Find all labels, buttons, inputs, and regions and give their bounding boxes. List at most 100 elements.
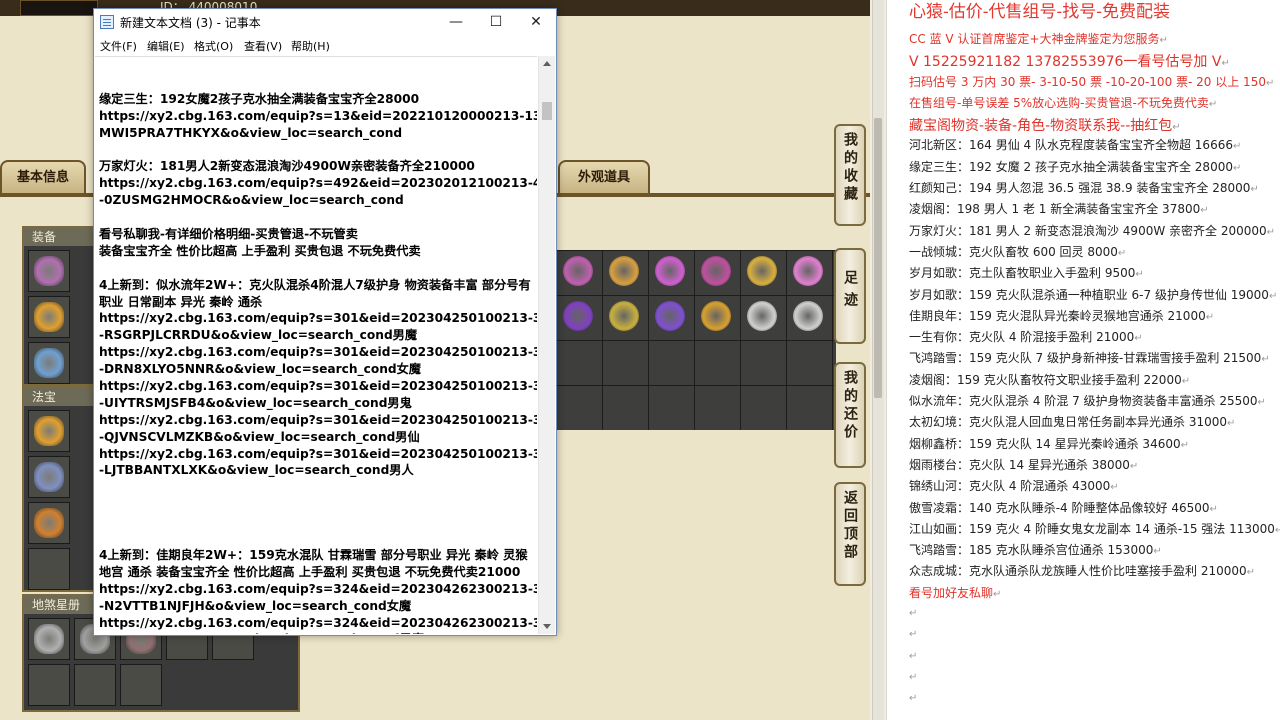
page-scrollbar-thumb[interactable] — [874, 118, 882, 398]
inventory-item[interactable] — [556, 295, 600, 337]
inventory-item[interactable] — [786, 250, 830, 292]
equipment-slot[interactable] — [28, 342, 70, 384]
item-icon — [34, 256, 64, 286]
inventory-item[interactable] — [740, 295, 784, 337]
close-button[interactable]: ✕ — [516, 9, 556, 35]
notepad-titlebar[interactable]: 新建文本文档 (3) - 记事本 — ☐ ✕ — [94, 9, 556, 35]
treasure-slot[interactable] — [28, 502, 70, 544]
notepad-line: -QJVNSCVLMZKB&o&view_loc=search_cond男仙 — [99, 429, 420, 444]
notepad-line: -RSGRPJLCRRDU&o&view_loc=search_cond男魔 — [99, 328, 418, 343]
paragraph-mark-icon: ↵ — [909, 608, 918, 620]
document-line-text: 一战倾城：克火队畜牧 600 回灵 8000 — [909, 244, 1118, 259]
item-icon — [34, 348, 64, 378]
inventory-item[interactable] — [602, 295, 646, 337]
inventory-item[interactable] — [740, 250, 784, 292]
star-register-slot[interactable] — [28, 618, 70, 660]
my-favorites-label: 我的收藏 — [842, 132, 858, 204]
paragraph-mark-icon: ↵ — [1268, 290, 1278, 302]
tab-basic-info[interactable]: 基本信息 — [0, 160, 86, 194]
document-line-text: 万家灯火：181 男人 2 新变态混浪淘沙 4900W 亲密齐全 200000 — [909, 223, 1267, 238]
maximize-button[interactable]: ☐ — [476, 9, 516, 35]
item-icon — [747, 256, 777, 286]
notepad-scroll-thumb[interactable] — [542, 102, 552, 120]
notepad-window[interactable]: 新建文本文档 (3) - 记事本 — ☐ ✕ 文件(F) 编辑(E) 格式(O)… — [93, 8, 557, 636]
paragraph-mark-icon: ↵ — [1135, 269, 1144, 281]
menu-edit[interactable]: 编辑(E) — [147, 38, 185, 54]
footprint-button[interactable]: 足迹 — [834, 248, 866, 344]
star-register-slot[interactable] — [120, 664, 162, 706]
equipment-slot[interactable] — [28, 250, 70, 292]
notepad-line: -UIYTRSMJSFB4&o&view_loc=search_cond男鬼 — [99, 395, 412, 410]
item-icon — [655, 256, 685, 286]
notepad-line: https://xy2.cbg.163.com/equip?s=301&eid=… — [99, 446, 537, 461]
treasure-slot[interactable] — [28, 410, 70, 452]
document-line: 凌烟阁：198 男人 1 老 1 新全满装备宝宝齐全 37800↵ — [909, 200, 1280, 221]
item-icon — [34, 624, 64, 654]
treasure-slot[interactable] — [28, 548, 70, 590]
inventory-item[interactable] — [556, 250, 600, 292]
document-line: 看号加好友私聊↵ — [909, 584, 1280, 605]
minimize-button[interactable]: — — [436, 9, 476, 35]
notepad-vertical-scrollbar[interactable] — [538, 56, 555, 634]
star-register-slot[interactable] — [74, 664, 116, 706]
document-line-text: 看号加好友私聊 — [909, 585, 994, 600]
notepad-line: https://xy2.cbg.163.com/equip?s=301&eid=… — [99, 412, 537, 427]
inventory-item[interactable] — [786, 295, 830, 337]
paragraph-mark-icon: ↵ — [1221, 58, 1230, 70]
my-favorites-button[interactable]: 我的收藏 — [834, 124, 866, 226]
tab-appearance[interactable]: 外观道具 — [558, 160, 650, 194]
star-register-slot[interactable] — [28, 664, 70, 706]
document-line: ↵ — [909, 648, 1280, 669]
document-line: V 15225921182 13782553976一看号估号加 V↵ — [909, 51, 1280, 72]
notepad-line: https://xy2.cbg.163.com/equip?s=324&eid=… — [99, 581, 537, 596]
inventory-item[interactable] — [602, 250, 646, 292]
document-line: 似水流年：克火队混杀 4 阶混 7 级护身物资装备丰富通杀 25500↵ — [909, 392, 1280, 413]
menu-file[interactable]: 文件(F) — [100, 38, 137, 54]
menu-format[interactable]: 格式(O) — [194, 38, 233, 54]
inventory-item[interactable] — [648, 250, 692, 292]
document-line-text: 岁月如歌：克土队畜牧职业入手盈利 9500 — [909, 266, 1136, 281]
document-line-text: 岁月如歌：159 克火队混杀通一种植职业 6-7 级护身传世仙 19000 — [909, 287, 1269, 302]
paragraph-mark-icon: ↵ — [1208, 98, 1218, 110]
equipment-panel-title: 装备 — [24, 228, 100, 246]
notepad-line — [99, 513, 537, 530]
inventory-grid — [556, 250, 836, 430]
document-line: 藏宝阁物资-装备-角色-物资联系我--抽红包↵ — [909, 115, 1280, 136]
paragraph-mark-icon: ↵ — [1257, 397, 1266, 409]
paragraph-mark-icon: ↵ — [909, 671, 918, 683]
document-line: 锦绣山河：克火队 4 阶混通杀 43000↵ — [909, 477, 1280, 498]
notepad-menubar: 文件(F) 编辑(E) 格式(O) 查看(V) 帮助(H) — [94, 35, 556, 55]
notepad-text-area[interactable]: 缘定三生：192女魔2孩子克水抽全满装备宝宝齐全28000 https://xy2… — [95, 56, 537, 634]
notepad-line: 缘定三生：192女魔2孩子克水抽全满装备宝宝齐全28000 — [99, 91, 420, 106]
paragraph-mark-icon: ↵ — [1227, 418, 1236, 430]
my-counter-offers-label: 我的还价 — [842, 370, 858, 442]
notepad-line: 地宫 通杀 装备宝宝齐全 性价比超高 上手盈利 买贵包退 不玩免费代卖21000 — [99, 564, 521, 579]
document-line: 烟柳鑫桥：159 克火队 14 星异光秦岭通杀 34600↵ — [909, 435, 1280, 456]
equipment-slot[interactable] — [28, 296, 70, 338]
paragraph-mark-icon: ↵ — [909, 650, 918, 662]
inventory-item[interactable] — [694, 295, 738, 337]
inventory-item[interactable] — [648, 295, 692, 337]
menu-help[interactable]: 帮助(H) — [291, 38, 330, 54]
notepad-line — [99, 530, 537, 547]
item-icon — [609, 301, 639, 331]
scroll-down-arrow-icon[interactable] — [543, 624, 551, 629]
document-line: ↵ — [909, 690, 1280, 711]
document-line: 万家灯火：181 男人 2 新变态混浪淘沙 4900W 亲密齐全 200000↵ — [909, 222, 1280, 243]
back-to-top-button[interactable]: 返回顶部 — [834, 482, 866, 586]
scroll-up-arrow-icon[interactable] — [543, 61, 551, 66]
document-line: 岁月如歌：克土队畜牧职业入手盈利 9500↵ — [909, 264, 1280, 285]
inventory-item[interactable] — [694, 250, 738, 292]
menu-view[interactable]: 查看(V) — [244, 38, 282, 54]
paragraph-mark-icon: ↵ — [1180, 439, 1189, 451]
chat-document[interactable]: 心猿-估价-代售组号-找号-免费配装 CC 蓝 V 认证首席鉴定+大神金牌鉴定为… — [886, 0, 1280, 720]
document-line: 岁月如歌：159 克火队混杀通一种植职业 6-7 级护身传世仙 19000↵ — [909, 286, 1280, 307]
my-counter-offers-button[interactable]: 我的还价 — [834, 362, 866, 468]
paragraph-mark-icon: ↵ — [1266, 226, 1276, 238]
document-line: 傲雪凌霜：140 克水队睡杀-4 阶睡整体品像较好 46500↵ — [909, 499, 1280, 520]
treasure-slot[interactable] — [28, 456, 70, 498]
notepad-line — [99, 142, 537, 159]
notepad-line: 看号私聊我-有详细价格明细-买贵管退-不玩管卖 — [99, 227, 358, 242]
notepad-line: -PUCSWL3O8RH1&o&view_loc=search_cond男魔 — [99, 631, 537, 634]
paragraph-mark-icon: ↵ — [1159, 35, 1168, 46]
